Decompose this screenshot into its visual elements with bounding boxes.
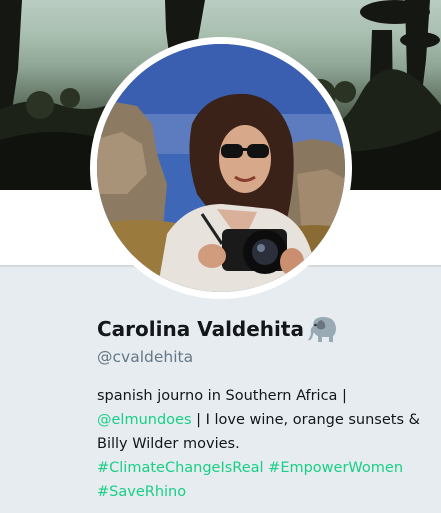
user-handle[interactable]: @cvaldehita (97, 348, 431, 370)
hashtag-link[interactable]: #ClimateChangeIsReal (97, 460, 264, 476)
avatar[interactable] (97, 44, 345, 292)
profile-card: Carolina Valdehita @cvaldehita spanish j… (97, 312, 431, 504)
profile-bio: spanish journo in Southern Africa | @elm… (97, 384, 437, 504)
elephant-icon (307, 314, 341, 344)
display-name[interactable]: Carolina Valdehita (97, 317, 304, 341)
bio-text: spanish journo in Southern Africa | (97, 388, 347, 404)
hashtag-link[interactable]: #EmpowerWomen (268, 460, 403, 476)
hashtag-link[interactable]: #SaveRhino (97, 484, 186, 500)
name-row: Carolina Valdehita (97, 312, 431, 346)
mention-link[interactable]: @elmundoes (97, 412, 192, 428)
